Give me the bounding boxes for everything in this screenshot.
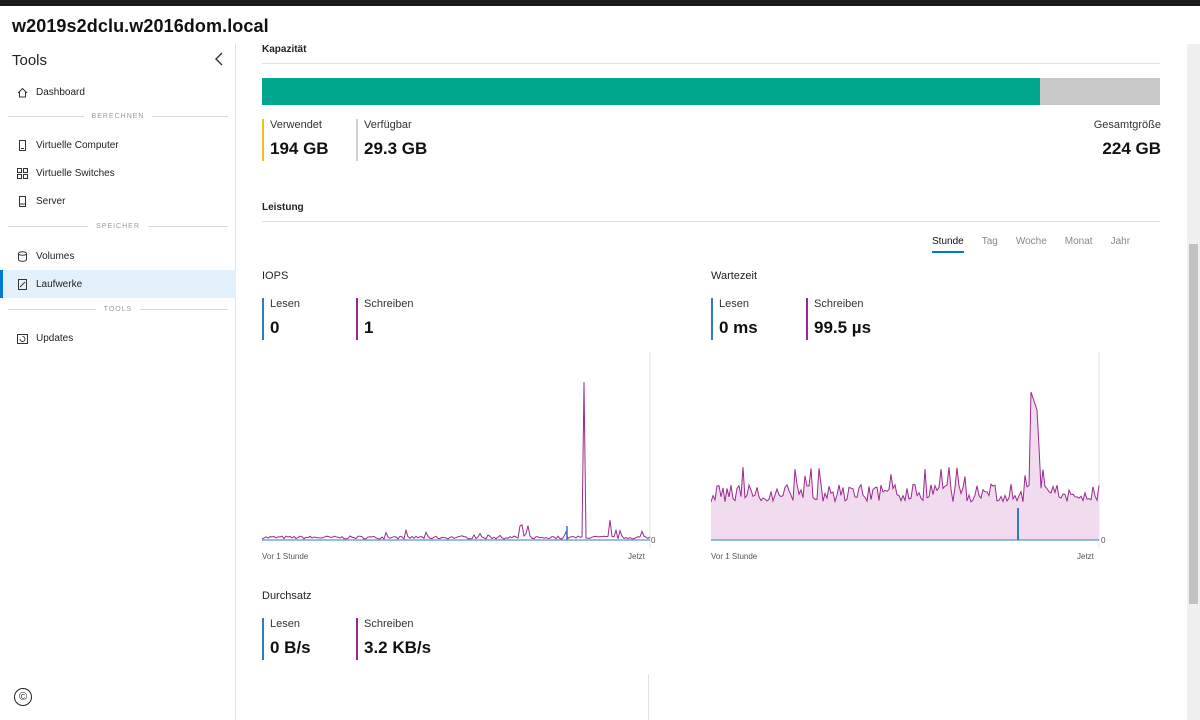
sidebar-item-server[interactable]: Server <box>0 187 236 215</box>
iops-write-metric: Schreiben 1 <box>356 298 414 340</box>
main-content: Kapazität Verwendet 194 GB Verfügbar 29.… <box>237 44 1187 720</box>
latency-x-start: Vor 1 Stunde <box>711 552 758 561</box>
collapse-sidebar-button[interactable] <box>210 48 228 70</box>
copyright-icon: © <box>14 688 32 706</box>
section-divider-compute: BERECHNEN <box>8 110 229 122</box>
metric-value: 3.2 KB/s <box>364 638 432 657</box>
section-label: SPEICHER <box>96 222 140 230</box>
iops-x-start: Vor 1 Stunde <box>262 552 309 561</box>
latency-write-series <box>711 391 1100 504</box>
capacity-total-metric: Gesamtgröße 224 GB <box>1020 119 1161 159</box>
sidebar-item-label: Virtuelle Switches <box>36 167 115 179</box>
metric-label: Lesen <box>719 298 749 310</box>
scrollbar-thumb[interactable] <box>1189 244 1198 604</box>
window-title: w2019s2dclu.w2016dom.local <box>12 16 269 36</box>
sidebar-item-virtual-machines[interactable]: Virtuelle Computer <box>0 131 236 159</box>
iops-read-metric: Lesen 0 <box>262 298 300 340</box>
metric-label: Gesamtgröße <box>1093 119 1161 131</box>
latency-title: Wartezeit <box>711 270 758 282</box>
capacity-divider <box>262 63 1160 64</box>
sidebar-header: Tools <box>12 52 48 69</box>
chevron-left-icon <box>215 52 223 66</box>
sidebar-item-label: Volumes <box>36 250 75 262</box>
tab-day[interactable]: Tag <box>982 236 998 253</box>
tab-week[interactable]: Woche <box>1016 236 1047 253</box>
metric-value: 1 <box>364 318 374 337</box>
metric-label: Lesen <box>270 298 300 310</box>
database-icon <box>16 250 28 262</box>
section-divider-tools: TOOLS <box>8 303 229 315</box>
latency-y-zero: 0 <box>1101 536 1106 545</box>
computer-icon <box>16 139 28 151</box>
capacity-title: Kapazität <box>262 44 307 55</box>
metric-value: 194 GB <box>270 139 329 158</box>
capacity-bar <box>262 78 1160 105</box>
iops-chart <box>262 352 651 548</box>
home-icon <box>16 86 28 98</box>
sidebar-item-volumes[interactable]: Volumes <box>0 242 236 270</box>
throughput-chart-axis <box>648 674 649 720</box>
iops-x-end: Jetzt <box>628 552 645 561</box>
performance-title: Leistung <box>262 202 304 213</box>
sidebar-item-drives[interactable]: Laufwerke <box>0 270 236 298</box>
section-label: BERECHNEN <box>91 112 145 120</box>
sidebar-item-label: Laufwerke <box>36 278 83 290</box>
metric-value: 0 <box>270 318 280 337</box>
iops-title: IOPS <box>262 270 289 282</box>
capacity-used-metric: Verwendet 194 GB <box>262 119 329 161</box>
latency-write-area <box>711 392 1099 540</box>
latency-write-metric: Schreiben 99.5 µs <box>806 298 872 340</box>
sidebar-item-label: Updates <box>36 332 74 344</box>
throughput-read-metric: Lesen 0 B/s <box>262 618 311 660</box>
vertical-scrollbar[interactable] <box>1187 44 1200 720</box>
tab-year[interactable]: Jahr <box>1111 236 1130 253</box>
metric-value: 99.5 µs <box>814 318 872 337</box>
iops-y-zero: 0 <box>651 536 656 545</box>
iops-write-series <box>262 381 651 540</box>
latency-read-metric: Lesen 0 ms <box>711 298 758 340</box>
sidebar-item-virtual-switches[interactable]: Virtuelle Switches <box>0 159 236 187</box>
section-divider-storage: SPEICHER <box>8 220 229 232</box>
throughput-write-metric: Schreiben 3.2 KB/s <box>356 618 432 660</box>
time-range-tabs: Stunde Tag Woche Monat Jahr <box>932 236 1148 253</box>
switch-icon <box>16 167 28 179</box>
sidebar-item-label: Virtuelle Computer <box>36 139 119 151</box>
metric-label: Lesen <box>270 618 300 630</box>
latency-x-end: Jetzt <box>1077 552 1094 561</box>
sidebar-item-dashboard[interactable]: Dashboard <box>0 78 236 106</box>
updates-icon <box>16 332 28 344</box>
sidebar: Tools Dashboard BERECHNEN Virtuelle Comp… <box>0 44 236 720</box>
performance-divider <box>262 221 1160 222</box>
metric-label: Schreiben <box>364 298 414 310</box>
metric-value: 29.3 GB <box>364 139 428 158</box>
metric-label: Verwendet <box>270 119 322 131</box>
title-bar: w2019s2dclu.w2016dom.local <box>0 6 1200 44</box>
drive-icon <box>16 278 28 290</box>
metric-value: 0 B/s <box>270 638 311 657</box>
metric-label: Verfügbar <box>364 119 412 131</box>
metric-value: 0 ms <box>719 318 758 337</box>
tab-hour[interactable]: Stunde <box>932 236 964 253</box>
metric-value: 224 GB <box>1102 139 1161 158</box>
throughput-title: Durchsatz <box>262 590 312 602</box>
capacity-available-metric: Verfügbar 29.3 GB <box>356 119 428 161</box>
tab-month[interactable]: Monat <box>1065 236 1093 253</box>
latency-chart <box>711 352 1100 548</box>
sidebar-item-label: Dashboard <box>36 86 85 98</box>
sidebar-item-updates[interactable]: Updates <box>0 324 236 352</box>
server-icon <box>16 195 28 207</box>
section-label: TOOLS <box>103 305 133 313</box>
metric-label: Schreiben <box>364 618 414 630</box>
sidebar-item-label: Server <box>36 195 66 207</box>
metric-label: Schreiben <box>814 298 864 310</box>
capacity-used-fill <box>262 78 1040 105</box>
